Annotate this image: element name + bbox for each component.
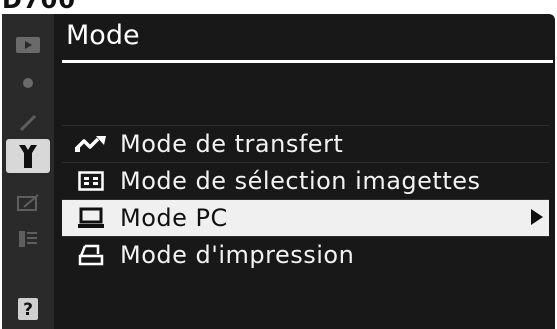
menu-item-print-mode[interactable]: Mode d'impression: [62, 236, 549, 273]
tab-retouch[interactable]: [8, 186, 48, 220]
tab-custom-settings[interactable]: [8, 106, 48, 140]
page-title: Mode: [66, 20, 140, 51]
pc-icon-wrap: [62, 200, 120, 236]
menu-item-thumbnail-select-mode[interactable]: Mode de sélection imagettes: [62, 162, 549, 199]
tab-my-menu[interactable]: [8, 222, 48, 256]
printer-icon: [78, 244, 104, 266]
menu-list: Mode de transfert Mode de sélection imag…: [62, 125, 549, 273]
menu-item-label: Mode PC: [120, 204, 228, 232]
tab-help[interactable]: ?: [8, 292, 48, 326]
menu-item-label: Mode de transfert: [120, 130, 344, 158]
playback-icon: [16, 37, 40, 53]
menu-tab-bar: ?: [2, 14, 54, 329]
custom-settings-pencil-icon: [19, 114, 37, 132]
pc-icon: [78, 207, 104, 228]
help-icon: ?: [18, 298, 38, 320]
my-menu-icon: [19, 231, 37, 247]
thumbnail-icon-wrap: [62, 163, 120, 199]
cropped-title-text: D700: [0, 0, 200, 12]
transfer-icon: [74, 136, 106, 152]
printer-icon-wrap: [62, 237, 120, 273]
menu-item-pc-mode[interactable]: Mode PC: [62, 199, 549, 236]
tab-playback[interactable]: [8, 28, 48, 62]
submenu-arrow-icon[interactable]: [531, 209, 543, 225]
setup-wrench-icon: [19, 145, 37, 168]
tab-setup[interactable]: [6, 139, 50, 173]
cropped-title-label: D700: [2, 0, 76, 12]
transfer-icon-wrap: [62, 126, 120, 162]
menu-header: Mode: [62, 20, 553, 63]
camera-menu-screen: ? Mode Mode de transfert Mode de sélecti…: [2, 14, 555, 329]
tab-shooting[interactable]: [8, 66, 48, 100]
menu-item-label: Mode d'impression: [120, 241, 355, 269]
help-icon-label: ?: [23, 300, 33, 320]
menu-item-transfer-mode[interactable]: Mode de transfert: [62, 125, 549, 162]
shooting-icon: [23, 78, 33, 88]
retouch-icon: [17, 194, 39, 211]
thumbnail-select-icon: [78, 171, 104, 191]
menu-item-label: Mode de sélection imagettes: [120, 167, 481, 195]
